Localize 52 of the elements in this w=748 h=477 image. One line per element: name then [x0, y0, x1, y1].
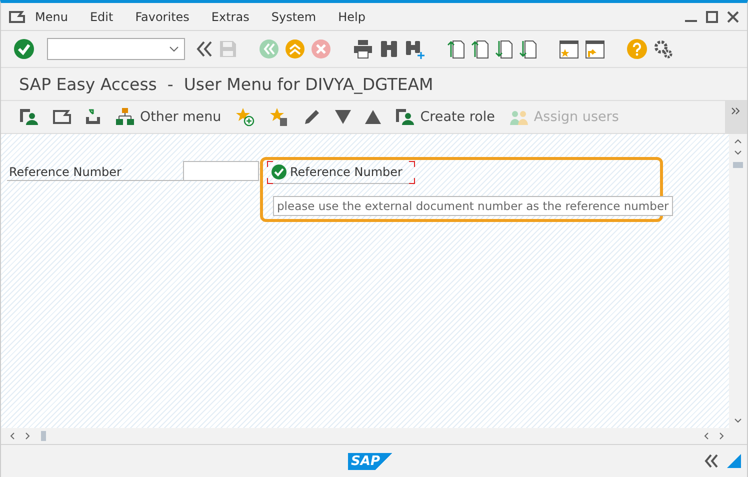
- scroll-left-icon[interactable]: [703, 432, 709, 440]
- menu-item[interactable]: System: [271, 10, 316, 24]
- screen-title: SAP Easy Access - User Menu for DIVYA_DGTEAM: [19, 74, 434, 94]
- enter-icon[interactable]: [13, 38, 35, 60]
- triangle-up-icon[interactable]: [365, 110, 382, 124]
- page-up-icon[interactable]: [471, 39, 489, 59]
- logo: SAP: [348, 452, 394, 470]
- field-label: Reference Number: [7, 158, 183, 181]
- double-chevron-icon: [731, 107, 741, 115]
- close-icon[interactable]: [727, 10, 739, 22]
- menu-item[interactable]: Extras: [211, 10, 250, 24]
- star-plus-icon[interactable]: [235, 107, 256, 127]
- other-menu-button[interactable]: Other menu: [115, 108, 222, 126]
- hierarchy-icon: [115, 108, 135, 126]
- printer-icon[interactable]: [353, 39, 373, 59]
- scroll-down-icon[interactable]: [734, 150, 742, 156]
- menu-icon[interactable]: [9, 10, 25, 22]
- double-chevron-icon[interactable]: [195, 40, 213, 58]
- user-icon[interactable]: [19, 108, 39, 126]
- hint-field[interactable]: please use the external document number as the reference number: [273, 196, 673, 216]
- menu-item[interactable]: Edit: [90, 10, 114, 24]
- scroll-up-icon[interactable]: [734, 138, 742, 144]
- create-role-button[interactable]: Create role: [395, 108, 495, 126]
- maximize-icon[interactable]: [706, 10, 718, 22]
- star-trash-icon[interactable]: [269, 107, 290, 127]
- input-field[interactable]: [183, 161, 259, 181]
- checkbox-label[interactable]: Reference Number: [290, 165, 402, 179]
- resize-corner-icon[interactable]: [727, 454, 742, 468]
- more-button[interactable]: [725, 101, 747, 133]
- page-down-icon[interactable]: [495, 39, 513, 59]
- scroll-right-icon[interactable]: [719, 432, 725, 440]
- command-field[interactable]: [47, 38, 185, 60]
- settings-icon[interactable]: [653, 39, 673, 59]
- pencil-icon[interactable]: [303, 108, 322, 126]
- page-up-icon[interactable]: [447, 39, 465, 59]
- menu-item[interactable]: Menu: [35, 10, 68, 24]
- menu-item[interactable]: Help: [338, 10, 366, 24]
- scroll-left-icon[interactable]: [9, 432, 15, 440]
- user-icon: [395, 108, 416, 126]
- checkbox[interactable]: [271, 164, 287, 180]
- double-chevron-icon[interactable]: [703, 453, 720, 469]
- tray-arrow-icon[interactable]: [85, 109, 101, 125]
- scrollbar-thumb[interactable]: [41, 431, 46, 441]
- triangle-down-icon[interactable]: [335, 110, 352, 124]
- scrollbar-thumb[interactable]: [733, 162, 743, 168]
- menu-icon[interactable]: [53, 110, 71, 124]
- scroll-right-icon[interactable]: [25, 432, 31, 440]
- page-down-icon[interactable]: [519, 39, 537, 59]
- menu-item[interactable]: Favorites: [135, 10, 190, 24]
- scroll-down-icon[interactable]: [734, 418, 742, 424]
- users-icon: [508, 108, 529, 126]
- dropdown-icon[interactable]: [169, 46, 179, 52]
